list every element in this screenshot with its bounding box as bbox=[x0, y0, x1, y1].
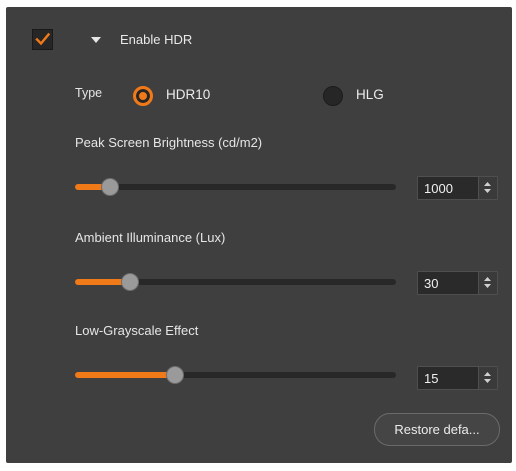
caret-down-icon[interactable] bbox=[91, 37, 101, 43]
enable-hdr-label: Enable HDR bbox=[120, 32, 193, 47]
hlg-radio[interactable] bbox=[323, 86, 343, 106]
spinbox-value[interactable]: 1000 bbox=[424, 181, 453, 196]
peak-brightness-slider[interactable] bbox=[75, 178, 396, 196]
peak-brightness-label: Peak Screen Brightness (cd/m2) bbox=[75, 135, 263, 150]
ambient-illuminance-spinbox[interactable]: 30 bbox=[417, 271, 498, 295]
slider-thumb[interactable] bbox=[165, 366, 184, 384]
ambient-illuminance-slider[interactable] bbox=[75, 273, 396, 291]
low-grayscale-spinbox[interactable]: 15 bbox=[417, 366, 498, 390]
spin-arrows-icon[interactable] bbox=[478, 367, 497, 389]
low-grayscale-slider[interactable] bbox=[75, 366, 396, 384]
hdr10-radio[interactable] bbox=[133, 86, 153, 106]
low-grayscale-label: Low-Grayscale Effect bbox=[75, 323, 199, 338]
hlg-radio-label[interactable]: HLG bbox=[356, 87, 384, 102]
peak-brightness-spinbox[interactable]: 1000 bbox=[417, 176, 498, 200]
check-icon bbox=[35, 32, 51, 46]
type-label: Type bbox=[75, 86, 103, 100]
slider-fill bbox=[75, 372, 175, 378]
ambient-illuminance-label: Ambient Illuminance (Lux) bbox=[75, 230, 226, 245]
spinbox-value[interactable]: 15 bbox=[424, 371, 438, 386]
spin-arrows-icon[interactable] bbox=[478, 272, 497, 294]
spin-arrows-icon[interactable] bbox=[478, 177, 497, 199]
slider-thumb[interactable] bbox=[120, 273, 139, 291]
spinbox-value[interactable]: 30 bbox=[424, 276, 438, 291]
restore-defaults-button[interactable]: Restore defa... bbox=[374, 413, 500, 446]
enable-hdr-checkbox[interactable] bbox=[32, 29, 53, 50]
hdr10-radio-label[interactable]: HDR10 bbox=[166, 87, 210, 102]
